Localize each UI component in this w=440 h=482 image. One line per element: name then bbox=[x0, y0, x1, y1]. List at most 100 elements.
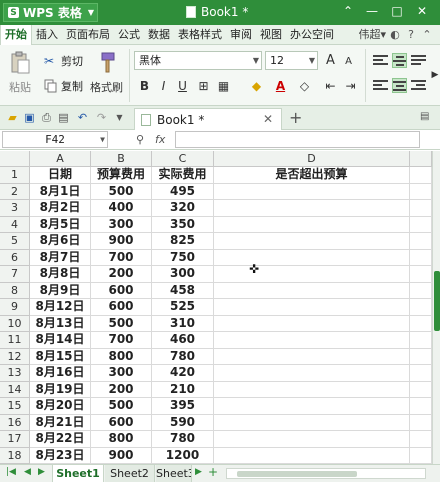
table-cell[interactable] bbox=[410, 167, 432, 184]
quick-access-dropdown-icon[interactable]: ▼ bbox=[113, 111, 126, 124]
table-cell[interactable] bbox=[410, 233, 432, 250]
table-cell[interactable]: 8月23日 bbox=[30, 447, 91, 464]
table-cell[interactable]: 日期 bbox=[30, 167, 91, 184]
table-cell[interactable] bbox=[214, 249, 410, 266]
vertical-scrollbar[interactable] bbox=[432, 151, 440, 464]
grow-font-button[interactable]: A bbox=[322, 52, 339, 69]
table-cell[interactable] bbox=[214, 233, 410, 250]
table-cell[interactable]: 8月12日 bbox=[30, 299, 91, 316]
table-cell[interactable]: 780 bbox=[152, 431, 214, 448]
table-cell[interactable]: 700 bbox=[91, 249, 152, 266]
horizontal-scrollbar[interactable] bbox=[226, 468, 426, 479]
row-header[interactable]: 7 bbox=[0, 266, 30, 283]
row-header[interactable]: 11 bbox=[0, 332, 30, 349]
table-cell[interactable] bbox=[214, 183, 410, 200]
table-cell[interactable] bbox=[214, 398, 410, 415]
table-cell[interactable]: 800 bbox=[91, 348, 152, 365]
menu-insert[interactable]: 插入 bbox=[32, 25, 62, 45]
table-cell[interactable] bbox=[410, 282, 432, 299]
table-cell[interactable] bbox=[214, 348, 410, 365]
scrollbar-thumb[interactable] bbox=[237, 471, 357, 477]
table-cell[interactable] bbox=[214, 200, 410, 217]
table-cell[interactable]: 525 bbox=[152, 299, 214, 316]
row-header[interactable]: 6 bbox=[0, 249, 30, 266]
app-menu-button[interactable]: S WPS 表格 ▼ bbox=[3, 3, 98, 22]
name-box[interactable]: F42 ▼ bbox=[2, 131, 108, 148]
table-cell[interactable]: 600 bbox=[91, 299, 152, 316]
column-header-a[interactable]: A bbox=[30, 151, 91, 167]
table-cell[interactable] bbox=[410, 183, 432, 200]
table-cell[interactable] bbox=[214, 282, 410, 299]
shrink-font-button[interactable]: A bbox=[340, 53, 357, 70]
table-cell[interactable] bbox=[410, 431, 432, 448]
skin-icon[interactable]: ◐ bbox=[388, 28, 402, 42]
table-cell[interactable] bbox=[410, 249, 432, 266]
align-right-icon[interactable] bbox=[411, 78, 426, 93]
table-cell[interactable] bbox=[410, 216, 432, 233]
menu-office-space[interactable]: 办公空间 bbox=[286, 25, 338, 45]
save-icon[interactable]: ▣ bbox=[23, 111, 36, 124]
row-header[interactable]: 16 bbox=[0, 414, 30, 431]
row-header[interactable]: 17 bbox=[0, 431, 30, 448]
table-cell[interactable]: 320 bbox=[152, 200, 214, 217]
column-header-d[interactable]: D bbox=[214, 151, 410, 167]
insert-function-icon[interactable]: fx bbox=[155, 133, 165, 146]
table-cell[interactable] bbox=[410, 398, 432, 415]
add-sheet-button[interactable]: + bbox=[208, 465, 218, 479]
table-cell[interactable]: 8月22日 bbox=[30, 431, 91, 448]
table-cell[interactable]: 780 bbox=[152, 348, 214, 365]
format-painter-button[interactable]: 格式刷 bbox=[90, 51, 123, 95]
row-header[interactable]: 9 bbox=[0, 299, 30, 316]
table-cell[interactable]: 预算费用 bbox=[91, 167, 152, 184]
paste-button[interactable]: 粘贴 bbox=[8, 51, 32, 95]
search-icon[interactable]: ⚲ bbox=[136, 133, 144, 146]
fill-color-icon[interactable]: ◆ bbox=[248, 78, 265, 95]
align-bottom-icon[interactable] bbox=[411, 53, 426, 68]
table-cell[interactable]: 458 bbox=[152, 282, 214, 299]
table-cell[interactable]: 8月21日 bbox=[30, 414, 91, 431]
cut-button[interactable]: ✂ 剪切 bbox=[44, 53, 83, 69]
row-header[interactable]: 15 bbox=[0, 398, 30, 415]
formula-input[interactable] bbox=[175, 131, 420, 148]
menu-home[interactable]: 开始 bbox=[0, 24, 32, 45]
table-cell[interactable] bbox=[214, 414, 410, 431]
table-cell[interactable] bbox=[214, 266, 410, 283]
table-cell[interactable]: 8月15日 bbox=[30, 348, 91, 365]
align-left-icon[interactable] bbox=[373, 78, 388, 93]
row-header[interactable]: 18 bbox=[0, 447, 30, 464]
help-icon[interactable]: ? bbox=[404, 28, 418, 42]
font-size-select[interactable]: 12 ▼ bbox=[265, 51, 318, 70]
table-cell[interactable]: 500 bbox=[91, 398, 152, 415]
sheet-tab-3[interactable]: Sheet3 bbox=[156, 465, 192, 482]
table-cell[interactable]: 600 bbox=[91, 414, 152, 431]
row-header[interactable]: 2 bbox=[0, 183, 30, 200]
indent-increase-icon[interactable]: ⇥ bbox=[342, 78, 359, 95]
table-cell[interactable] bbox=[410, 315, 432, 332]
table-cell[interactable] bbox=[410, 365, 432, 382]
table-cell[interactable] bbox=[410, 447, 432, 464]
borders-icon[interactable]: ⊞ bbox=[195, 78, 212, 95]
table-cell[interactable]: 590 bbox=[152, 414, 214, 431]
table-cell[interactable] bbox=[214, 365, 410, 382]
underline-button[interactable]: U bbox=[174, 78, 191, 95]
table-cell[interactable] bbox=[410, 348, 432, 365]
table-cell[interactable]: 实际费用 bbox=[152, 167, 214, 184]
select-all-corner[interactable] bbox=[0, 151, 30, 167]
menu-view[interactable]: 视图 bbox=[256, 25, 286, 45]
table-cell[interactable]: 800 bbox=[91, 431, 152, 448]
spreadsheet-grid[interactable]: A B C D 1 日期 预算费用 实际费用 是否超出预算 2 8月1日 500 495 3 8月2… bbox=[0, 151, 432, 464]
table-cell[interactable]: 8月7日 bbox=[30, 249, 91, 266]
font-name-select[interactable]: 黑体 ▼ bbox=[134, 51, 262, 70]
table-cell[interactable] bbox=[410, 200, 432, 217]
table-cell[interactable] bbox=[214, 447, 410, 464]
row-header[interactable]: 8 bbox=[0, 282, 30, 299]
maximize-button[interactable]: □ bbox=[389, 4, 405, 18]
copy-button[interactable]: 复制 bbox=[44, 78, 83, 94]
table-cell[interactable]: 400 bbox=[91, 200, 152, 217]
table-cell[interactable]: 200 bbox=[91, 381, 152, 398]
table-cell[interactable]: 8月20日 bbox=[30, 398, 91, 415]
table-cell[interactable]: 8月5日 bbox=[30, 216, 91, 233]
undo-icon[interactable]: ↶ bbox=[76, 111, 89, 124]
table-cell[interactable]: 750 bbox=[152, 249, 214, 266]
ribbon-scroll-right-icon[interactable]: ▶ bbox=[430, 67, 440, 84]
